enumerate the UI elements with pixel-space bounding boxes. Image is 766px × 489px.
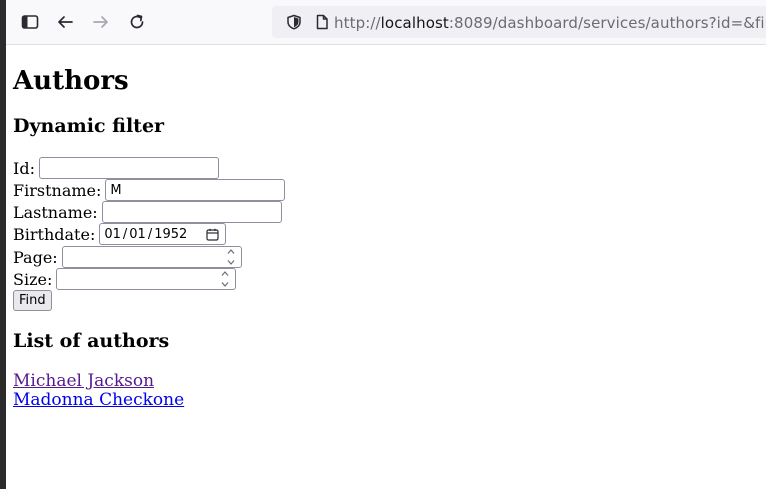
author-link[interactable]: Michael Jackson xyxy=(13,371,154,391)
size-label: Size: xyxy=(13,269,53,289)
url-text[interactable]: http://localhost:8089/dashboard/services… xyxy=(334,14,766,32)
birthdate-day[interactable]: 01 xyxy=(129,227,146,242)
url-prefix: http:// xyxy=(334,14,381,32)
size-input[interactable] xyxy=(56,268,237,290)
birthdate-label: Birthdate: xyxy=(13,224,96,244)
lastname-input[interactable] xyxy=(101,201,282,223)
calendar-icon[interactable] xyxy=(206,228,219,241)
size-stepper[interactable] xyxy=(219,270,231,288)
sidebar-icon xyxy=(21,15,39,29)
sidebar-toggle-button[interactable] xyxy=(18,10,42,34)
find-button[interactable]: Find xyxy=(13,290,52,311)
chevron-down-icon[interactable] xyxy=(226,259,236,266)
page-stepper[interactable] xyxy=(225,248,237,266)
filter-heading: Dynamic filter xyxy=(13,115,165,137)
url-rest: :8089/dashboard/services/authors?id=&fir… xyxy=(448,14,766,32)
lastname-row: Lastname: xyxy=(13,201,282,223)
lastname-label: Lastname: xyxy=(13,202,98,222)
address-bar[interactable]: http://localhost:8089/dashboard/services… xyxy=(272,6,766,38)
page-label: Page: xyxy=(13,247,58,267)
chevron-down-icon[interactable] xyxy=(220,281,230,288)
author-link[interactable]: Madonna Checkone xyxy=(13,390,184,410)
firstname-row: Firstname: M xyxy=(13,179,286,201)
arrow-left-icon xyxy=(58,16,73,28)
page-row: Page: xyxy=(13,246,242,268)
firstname-label: Firstname: xyxy=(13,180,102,200)
page-icon[interactable] xyxy=(314,14,330,30)
forward-button[interactable] xyxy=(89,10,113,34)
back-button[interactable] xyxy=(53,10,77,34)
id-label: Id: xyxy=(13,158,35,178)
chevron-up-icon[interactable] xyxy=(226,248,236,255)
url-host: localhost xyxy=(380,14,449,32)
browser-toolbar: http://localhost:8089/dashboard/services… xyxy=(6,0,766,45)
page-title: Authors xyxy=(13,66,129,96)
firstname-input[interactable]: M xyxy=(105,179,286,201)
birthdate-month[interactable]: 01 xyxy=(104,227,121,242)
background-window-edge xyxy=(0,0,6,489)
id-input[interactable] xyxy=(38,157,219,179)
birthdate-row: Birthdate: 01 / 01 / 1952 xyxy=(13,223,227,245)
birthdate-year[interactable]: 1952 xyxy=(154,227,187,242)
size-row: Size: xyxy=(13,268,237,290)
birthdate-input[interactable]: 01 / 01 / 1952 xyxy=(99,223,227,245)
list-heading: List of authors xyxy=(13,330,170,352)
reload-button[interactable] xyxy=(125,10,149,34)
chevron-up-icon[interactable] xyxy=(220,270,230,277)
birthdate-separator: / xyxy=(147,226,153,242)
shield-icon[interactable] xyxy=(286,14,302,30)
id-row: Id: xyxy=(13,157,219,179)
reload-icon xyxy=(130,14,144,29)
arrow-right-icon xyxy=(93,16,108,28)
birthdate-separator: / xyxy=(122,226,128,242)
page-input[interactable] xyxy=(61,246,242,268)
